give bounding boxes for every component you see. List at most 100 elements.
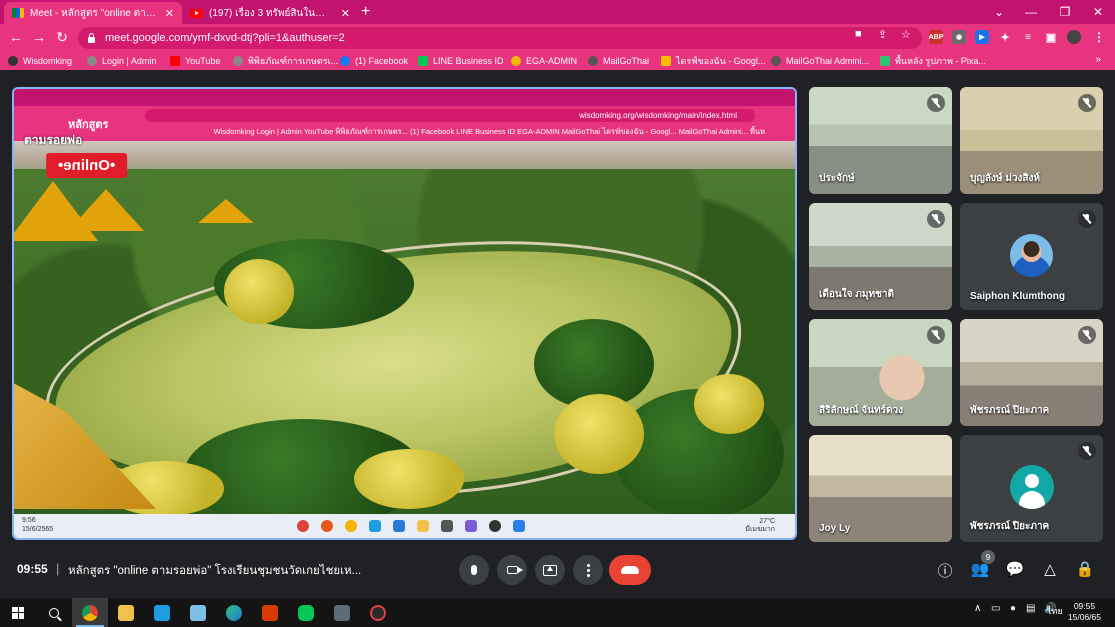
browser-toolbar: ← → ↻ meet.google.com/ymf-dxvd-dtj?pli=1… [0,24,1115,52]
participant-name: ประจักษ์ [819,173,855,184]
share-icon[interactable]: ⇪ [878,28,887,41]
taskbar-notepad[interactable] [180,598,216,627]
shared-clock: 9:56 15/6/2565 [22,516,53,534]
tray-overflow-icon[interactable]: ∧ [974,603,981,614]
host-controls-icon[interactable]: 🔒 [1075,560,1095,578]
tab-meet[interactable]: Meet - หลักสูตร "online ตามรอยพ่อ" ✕ [4,2,182,24]
close-window-button[interactable]: ✕ [1078,0,1115,24]
participant-tile[interactable]: สิริลักษณ์ จันทร์ดวง [809,319,952,426]
start-button[interactable] [0,598,36,627]
menu-kebab-icon[interactable]: ⋮ [1092,30,1106,44]
globe-icon [87,56,97,66]
new-tab-button[interactable]: + [361,3,370,21]
shared-screen[interactable]: wisdomking.org/wisdomking/main/index.htm… [12,87,797,540]
tab-youtube[interactable]: (197) เรื่อง 3 ทรัพย์สินในน้ำ - YouTube … [182,2,358,24]
reading-list-icon[interactable]: ≡ [1021,30,1035,44]
line-icon [418,56,428,66]
back-arrow-icon[interactable]: ← [7,29,25,45]
bookmark-youtube[interactable]: YouTube [170,54,220,68]
people-icon[interactable]: 👥 [970,560,990,578]
bookmark-login-admin[interactable]: Login | Admin [87,54,156,68]
bookmark-museum[interactable]: พิพิธภัณฑ์การเกษตรเ... [233,54,338,68]
reload-icon[interactable]: ↻ [53,29,71,46]
present-button[interactable] [535,555,565,585]
camera-in-use-icon[interactable]: ■ [855,28,862,40]
yellow-tree [554,394,644,474]
info-icon[interactable]: ⓘ [935,560,955,581]
network-icon[interactable]: ▤ [1026,603,1035,614]
video-extension-icon[interactable]: ▶ [975,30,989,44]
leave-call-button[interactable] [609,555,651,585]
ega-icon [511,56,521,66]
bookmarks-bar: Wisdomking Login | Admin YouTube พิพิธภั… [0,52,1115,70]
microphone-button[interactable] [459,555,489,585]
bookmark-facebook[interactable]: (1) Facebook [340,54,408,68]
participant-tile[interactable]: ประจักษ์ [809,87,952,194]
participant-tile[interactable]: พัชรภรณ์ ปิยะภาค [960,319,1103,426]
activities-icon[interactable]: △ [1040,560,1060,578]
address-bar[interactable]: meet.google.com/ymf-dxvd-dtj?pli=1&authu… [78,27,922,49]
bookmark-label: YouTube [185,56,221,66]
shared-browser-chrome: wisdomking.org/wisdomking/main/index.htm… [14,89,795,141]
youtube-icon [170,56,180,66]
shared-tab-strip [14,89,795,106]
taskbar-line[interactable] [288,598,324,627]
chat-icon[interactable]: 💬 [1005,560,1025,578]
participant-name: Saiphon Klumthong [970,291,1065,302]
taskbar-line-app[interactable] [144,598,180,627]
system-clock[interactable]: 09:55 15/06/65 [1068,601,1101,623]
participant-tile[interactable]: Saiphon Klumthong [960,203,1103,310]
taskbar-edge[interactable] [216,598,252,627]
side-panel-icon[interactable]: ▣ [1044,30,1058,44]
taskbar-calculator[interactable] [324,598,360,627]
bookmark-label: Login | Admin [102,56,157,66]
screenshot-icon[interactable]: ◉ [952,30,966,44]
avatar [1010,465,1054,509]
bookmark-mailgothai[interactable]: MailGoThai [588,54,649,68]
present-screen-icon [543,564,557,576]
meet-icon [12,8,24,18]
bookmark-line-business[interactable]: LINE Business ID [418,54,504,68]
facebook-icon [340,56,350,66]
search-button[interactable] [36,598,72,627]
participant-tile[interactable]: เดือนใจ ภมุทชาติ [809,203,952,310]
chrome-icon [297,520,309,532]
profile-avatar[interactable] [1067,30,1081,44]
camera-icon [506,566,523,574]
bookmark-ega-admin[interactable]: EGA-ADMIN [511,54,577,68]
adblock-icon[interactable]: ABP [929,30,943,44]
close-icon[interactable]: ✕ [341,7,350,20]
bookmarks-overflow-button[interactable]: » [1095,54,1101,65]
participant-tile[interactable]: บุญลังษ์ ม่วงสิงห์ [960,87,1103,194]
meet-control-bar: 09:55 | หลักสูตร "online ตามรอยพ่อ" โรงเ… [0,550,1115,598]
camera-button[interactable] [497,555,527,585]
windows-taskbar: ∧ ▭ ● ▤ 🔊 ไทย 09:55 15/06/65 [0,598,1115,627]
microphone-tray-icon[interactable]: ● [1010,603,1016,614]
bookmark-mailgothai-admin[interactable]: MailGoThai Admini... [771,54,869,68]
bookmark-star-icon[interactable]: ☆ [901,28,911,41]
mail-icon [393,520,405,532]
bookmark-pixabay[interactable]: พื้นหลัง รูปภาพ - Pixa... [880,54,986,68]
language-indicator[interactable]: ไทย [1047,604,1063,618]
forward-arrow-icon[interactable]: → [30,29,48,45]
participant-tile[interactable]: พัชรภรณ์ ปิยะภาค [960,435,1103,542]
shared-taskbar: 9:56 15/6/2565 27°C มีเมฆมาก [14,514,795,538]
shared-bookmarks: Wisdomking Login | Admin YouTube พิพิธภั… [213,126,765,136]
taskbar-recorder[interactable] [360,598,396,627]
taskbar-office[interactable] [252,598,288,627]
extensions-puzzle-icon[interactable]: ✦ [998,30,1012,44]
bookmark-wisdomking[interactable]: Wisdomking [8,54,72,68]
taskbar-file-explorer[interactable] [108,598,144,627]
close-icon[interactable]: ✕ [165,7,174,20]
participant-tile[interactable]: Joy Ly [809,435,952,542]
bookmark-label: MailGoThai [603,56,650,66]
divider: | [56,561,60,576]
battery-icon[interactable]: ▭ [991,603,1000,614]
more-options-button[interactable] [573,555,603,585]
bookmark-google-drive[interactable]: ไดรฟ์ของฉัน - Googl... [661,54,765,68]
taskbar-chrome[interactable] [72,598,108,627]
mailgothai-icon [588,56,598,66]
bookmark-label: พิพิธภัณฑ์การเกษตรเ... [248,56,339,66]
temple-roof [68,189,144,231]
start-icon [12,606,24,619]
